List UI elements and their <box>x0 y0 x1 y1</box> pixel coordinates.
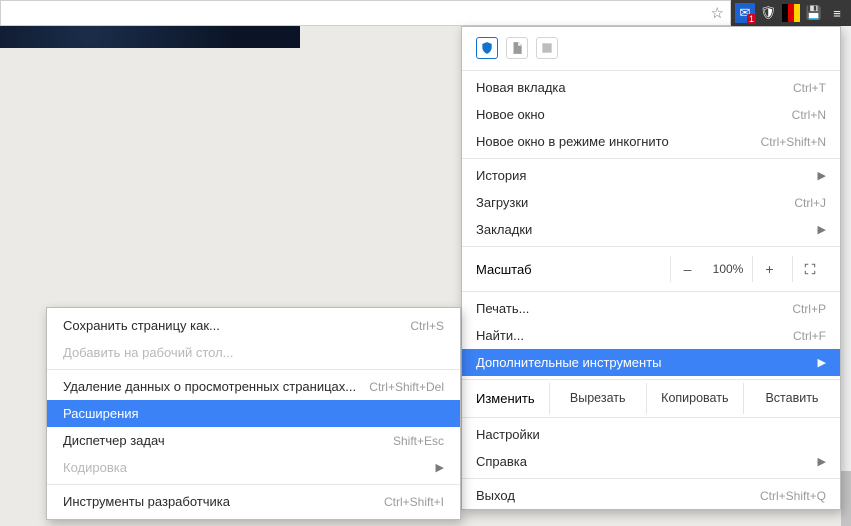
save-extension-icon[interactable]: 💾 <box>804 3 824 23</box>
submenu-clear-data[interactable]: Удаление данных о просмотренных страница… <box>47 373 460 400</box>
menu-item-label: Настройки <box>476 427 826 442</box>
menu-zoom-row: Масштаб – 100% + <box>462 250 840 288</box>
menu-separator <box>462 291 840 292</box>
menu-item-shortcut: Ctrl+T <box>793 81 826 95</box>
chevron-right-icon: ▶ <box>818 223 826 236</box>
edit-paste-button[interactable]: Вставить <box>743 383 840 414</box>
menu-edit-row: Изменить Вырезать Копировать Вставить <box>462 383 840 414</box>
edit-cut-button[interactable]: Вырезать <box>549 383 646 414</box>
menu-separator <box>462 417 840 418</box>
app-shortcuts-row <box>462 27 840 67</box>
chevron-right-icon: ▶ <box>436 461 444 474</box>
page-content-sliver <box>0 26 300 48</box>
menu-item-label: Печать... <box>476 301 792 316</box>
menu-item-label: Новое окно в режиме инкогнито <box>476 134 761 149</box>
menu-separator <box>462 246 840 247</box>
chevron-right-icon: ▶ <box>818 169 826 182</box>
menu-item-shortcut: Ctrl+Shift+I <box>384 495 444 509</box>
menu-separator <box>47 484 460 485</box>
menu-item-label: Выход <box>476 488 760 503</box>
menu-more-tools[interactable]: Дополнительные инструменты ▶ <box>462 349 840 376</box>
menu-separator <box>462 158 840 159</box>
menu-item-label: Дополнительные инструменты <box>476 355 810 370</box>
menu-find[interactable]: Найти... Ctrl+F <box>462 322 840 349</box>
submenu-extensions[interactable]: Расширения <box>47 400 460 427</box>
shield-app-icon[interactable] <box>476 37 498 59</box>
scrollbar-thumb[interactable] <box>841 471 851 526</box>
menu-item-shortcut: Ctrl+J <box>794 196 826 210</box>
menu-print[interactable]: Печать... Ctrl+P <box>462 295 840 322</box>
menu-incognito[interactable]: Новое окно в режиме инкогнито Ctrl+Shift… <box>462 128 840 155</box>
page-scrollbar[interactable] <box>841 26 851 507</box>
menu-item-label: Закладки <box>476 222 810 237</box>
menu-item-label: История <box>476 168 810 183</box>
menu-item-shortcut: Ctrl+Shift+Del <box>369 380 444 394</box>
menu-item-label: Новая вкладка <box>476 80 793 95</box>
menu-item-label: Найти... <box>476 328 793 343</box>
bookmark-star-icon[interactable]: ☆ <box>711 4 724 22</box>
submenu-dev-tools[interactable]: Инструменты разработчика Ctrl+Shift+I <box>47 488 460 515</box>
menu-item-shortcut: Shift+Esc <box>393 434 444 448</box>
menu-exit[interactable]: Выход Ctrl+Shift+Q <box>462 482 840 509</box>
menu-separator <box>462 379 840 380</box>
menu-item-shortcut: Ctrl+N <box>792 108 826 122</box>
fullscreen-button[interactable] <box>792 256 826 282</box>
menu-item-label: Новое окно <box>476 107 792 122</box>
menu-item-label: Удаление данных о просмотренных страница… <box>63 379 369 394</box>
browser-toolbar: ☆ ✉ 1 🛡︎ 💾 ≡ <box>0 0 851 26</box>
menu-item-shortcut: Ctrl+S <box>410 319 444 333</box>
menu-item-label: Справка <box>476 454 810 469</box>
menu-history[interactable]: История ▶ <box>462 162 840 189</box>
extension-strip: ✉ 1 🛡︎ 💾 ≡ <box>731 0 851 26</box>
menu-separator <box>462 70 840 71</box>
submenu-add-to-desktop: Добавить на рабочий стол... <box>47 339 460 366</box>
more-tools-submenu: Сохранить страницу как... Ctrl+S Добавит… <box>46 307 461 520</box>
zoom-out-button[interactable]: – <box>670 256 704 282</box>
menu-item-label: Добавить на рабочий стол... <box>63 345 444 360</box>
menu-item-label: Расширения <box>63 406 444 421</box>
menu-item-label: Сохранить страницу как... <box>63 318 410 333</box>
chrome-menu-icon[interactable]: ≡ <box>827 3 847 23</box>
submenu-task-manager[interactable]: Диспетчер задач Shift+Esc <box>47 427 460 454</box>
menu-separator <box>47 369 460 370</box>
menu-item-shortcut: Ctrl+P <box>792 302 826 316</box>
generic-app-icon[interactable] <box>536 37 558 59</box>
menu-downloads[interactable]: Загрузки Ctrl+J <box>462 189 840 216</box>
menu-settings[interactable]: Настройки <box>462 421 840 448</box>
menu-item-shortcut: Ctrl+Shift+Q <box>760 489 826 503</box>
zoom-value: 100% <box>704 262 752 276</box>
chevron-right-icon: ▶ <box>818 356 826 369</box>
menu-item-label: Кодировка <box>63 460 428 475</box>
menu-help[interactable]: Справка ▶ <box>462 448 840 475</box>
chrome-main-menu: Новая вкладка Ctrl+T Новое окно Ctrl+N Н… <box>461 26 841 510</box>
flag-extension-icon[interactable] <box>781 3 801 23</box>
menu-item-label: Загрузки <box>476 195 794 210</box>
menu-item-shortcut: Ctrl+F <box>793 329 826 343</box>
zoom-in-button[interactable]: + <box>752 256 786 282</box>
pdf-app-icon[interactable] <box>506 37 528 59</box>
menu-new-window[interactable]: Новое окно Ctrl+N <box>462 101 840 128</box>
mail-badge: 1 <box>747 14 756 24</box>
menu-separator <box>462 478 840 479</box>
adblock-extension-icon[interactable]: 🛡︎ <box>758 3 778 23</box>
omnibox[interactable]: ☆ <box>0 0 731 26</box>
edit-copy-button[interactable]: Копировать <box>646 383 743 414</box>
submenu-save-as[interactable]: Сохранить страницу как... Ctrl+S <box>47 312 460 339</box>
submenu-encoding[interactable]: Кодировка ▶ <box>47 454 460 481</box>
menu-bookmarks[interactable]: Закладки ▶ <box>462 216 840 243</box>
menu-item-label: Диспетчер задач <box>63 433 393 448</box>
menu-new-tab[interactable]: Новая вкладка Ctrl+T <box>462 74 840 101</box>
edit-label: Изменить <box>462 383 549 414</box>
menu-item-shortcut: Ctrl+Shift+N <box>761 135 826 149</box>
zoom-label: Масштаб <box>476 262 670 277</box>
mail-extension-icon[interactable]: ✉ 1 <box>735 3 755 23</box>
chevron-right-icon: ▶ <box>818 455 826 468</box>
